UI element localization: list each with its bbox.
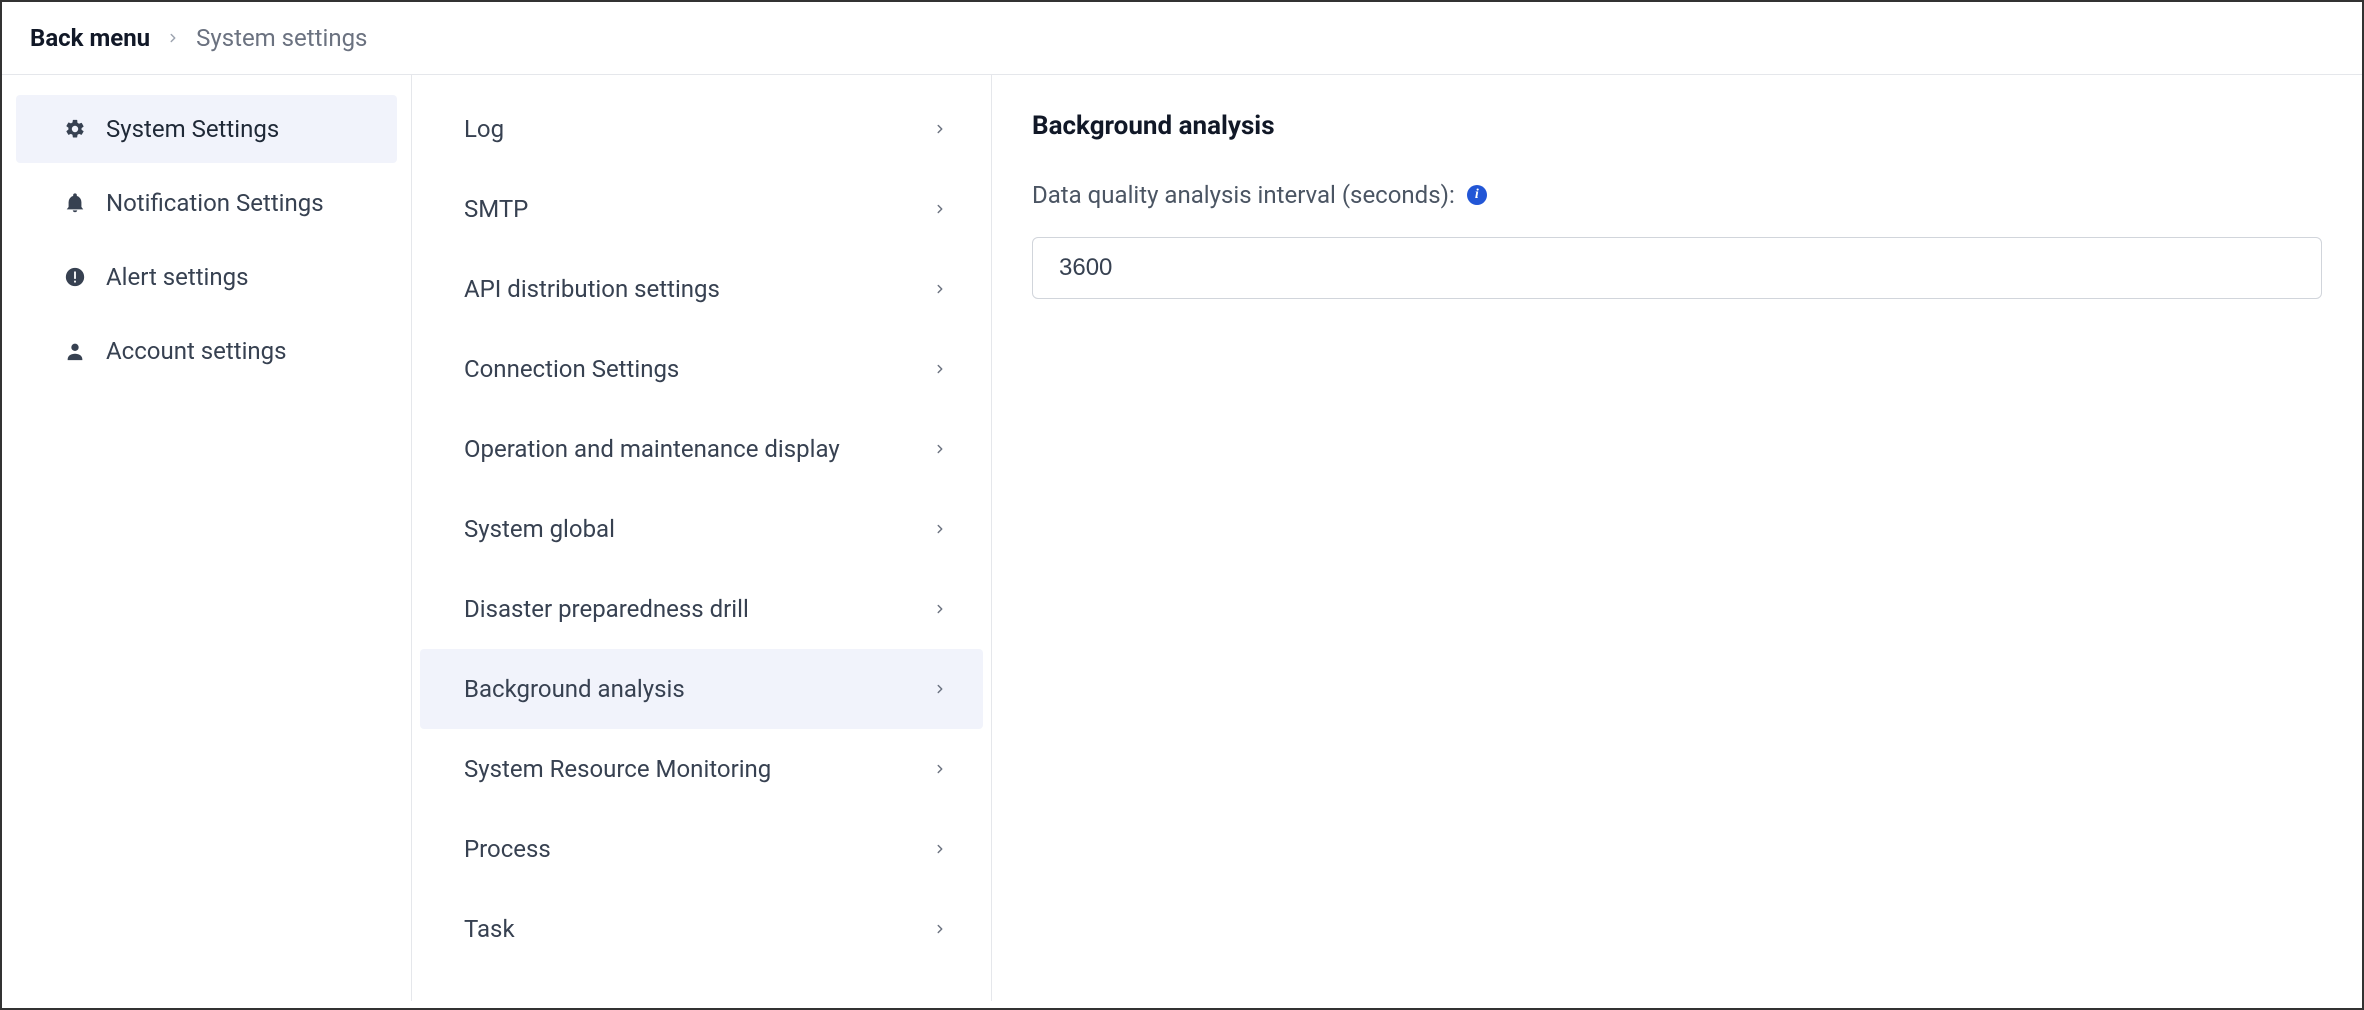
breadcrumb: Back menu System settings bbox=[2, 2, 2362, 75]
subnav-item-log[interactable]: Log bbox=[420, 89, 983, 169]
interval-input[interactable] bbox=[1032, 237, 2322, 299]
breadcrumb-back[interactable]: Back menu bbox=[30, 24, 150, 52]
subnav-item-label: Log bbox=[464, 115, 504, 143]
chevron-right-icon bbox=[933, 122, 947, 136]
subnav-item-label: Task bbox=[464, 915, 515, 943]
subnav-item-label: System Resource Monitoring bbox=[464, 755, 771, 783]
chevron-right-icon bbox=[933, 922, 947, 936]
subnav-item-label: API distribution settings bbox=[464, 275, 720, 303]
subnav-item-label: Disaster preparedness drill bbox=[464, 595, 749, 623]
subnav-item-label: Background analysis bbox=[464, 675, 685, 703]
subnav-item-label: Connection Settings bbox=[464, 355, 679, 383]
chevron-right-icon bbox=[933, 602, 947, 616]
sidebar-item-label: System Settings bbox=[106, 115, 279, 143]
gear-icon bbox=[64, 118, 86, 140]
sidebar-item-account-settings[interactable]: Account settings bbox=[16, 317, 397, 385]
subnav-item-system-resource-monitoring[interactable]: System Resource Monitoring bbox=[420, 729, 983, 809]
sidebar-item-system-settings[interactable]: System Settings bbox=[16, 95, 397, 163]
subnav-item-label: SMTP bbox=[464, 195, 528, 223]
chevron-right-icon bbox=[933, 442, 947, 456]
sidebar-item-label: Alert settings bbox=[106, 263, 249, 291]
content-title: Background analysis bbox=[1032, 111, 2322, 141]
subnav-item-process[interactable]: Process bbox=[420, 809, 983, 889]
subnav-item-smtp[interactable]: SMTP bbox=[420, 169, 983, 249]
chevron-right-icon bbox=[933, 682, 947, 696]
sidebar-item-label: Notification Settings bbox=[106, 189, 324, 217]
subnav-item-api-distribution[interactable]: API distribution settings bbox=[420, 249, 983, 329]
field-label-row: Data quality analysis interval (seconds)… bbox=[1032, 181, 2322, 209]
content-panel: Background analysis Data quality analysi… bbox=[992, 75, 2362, 1001]
info-icon[interactable]: i bbox=[1467, 185, 1487, 205]
subnav-item-operation-maintenance[interactable]: Operation and maintenance display bbox=[420, 409, 983, 489]
subnav: Log SMTP API distribution settings Conne… bbox=[412, 75, 992, 1001]
subnav-item-label: Process bbox=[464, 835, 551, 863]
subnav-item-label: System global bbox=[464, 515, 615, 543]
chevron-right-icon bbox=[933, 282, 947, 296]
alert-circle-icon bbox=[64, 266, 86, 288]
subnav-item-connection-settings[interactable]: Connection Settings bbox=[420, 329, 983, 409]
user-icon bbox=[64, 340, 86, 362]
subnav-item-system-global[interactable]: System global bbox=[420, 489, 983, 569]
sidebar-item-label: Account settings bbox=[106, 337, 287, 365]
chevron-right-icon bbox=[166, 31, 180, 45]
chevron-right-icon bbox=[933, 842, 947, 856]
chevron-right-icon bbox=[933, 522, 947, 536]
sidebar-item-notification-settings[interactable]: Notification Settings bbox=[16, 169, 397, 237]
sidebar-item-alert-settings[interactable]: Alert settings bbox=[16, 243, 397, 311]
subnav-item-label: Operation and maintenance display bbox=[464, 435, 840, 463]
chevron-right-icon bbox=[933, 202, 947, 216]
chevron-right-icon bbox=[933, 762, 947, 776]
subnav-item-task[interactable]: Task bbox=[420, 889, 983, 969]
bell-icon bbox=[64, 192, 86, 214]
breadcrumb-current: System settings bbox=[196, 24, 367, 52]
subnav-item-background-analysis[interactable]: Background analysis bbox=[420, 649, 983, 729]
field-label: Data quality analysis interval (seconds)… bbox=[1032, 181, 1455, 209]
subnav-item-disaster-drill[interactable]: Disaster preparedness drill bbox=[420, 569, 983, 649]
main-layout: System Settings Notification Settings Al… bbox=[2, 75, 2362, 1001]
sidebar: System Settings Notification Settings Al… bbox=[2, 75, 412, 1001]
chevron-right-icon bbox=[933, 362, 947, 376]
